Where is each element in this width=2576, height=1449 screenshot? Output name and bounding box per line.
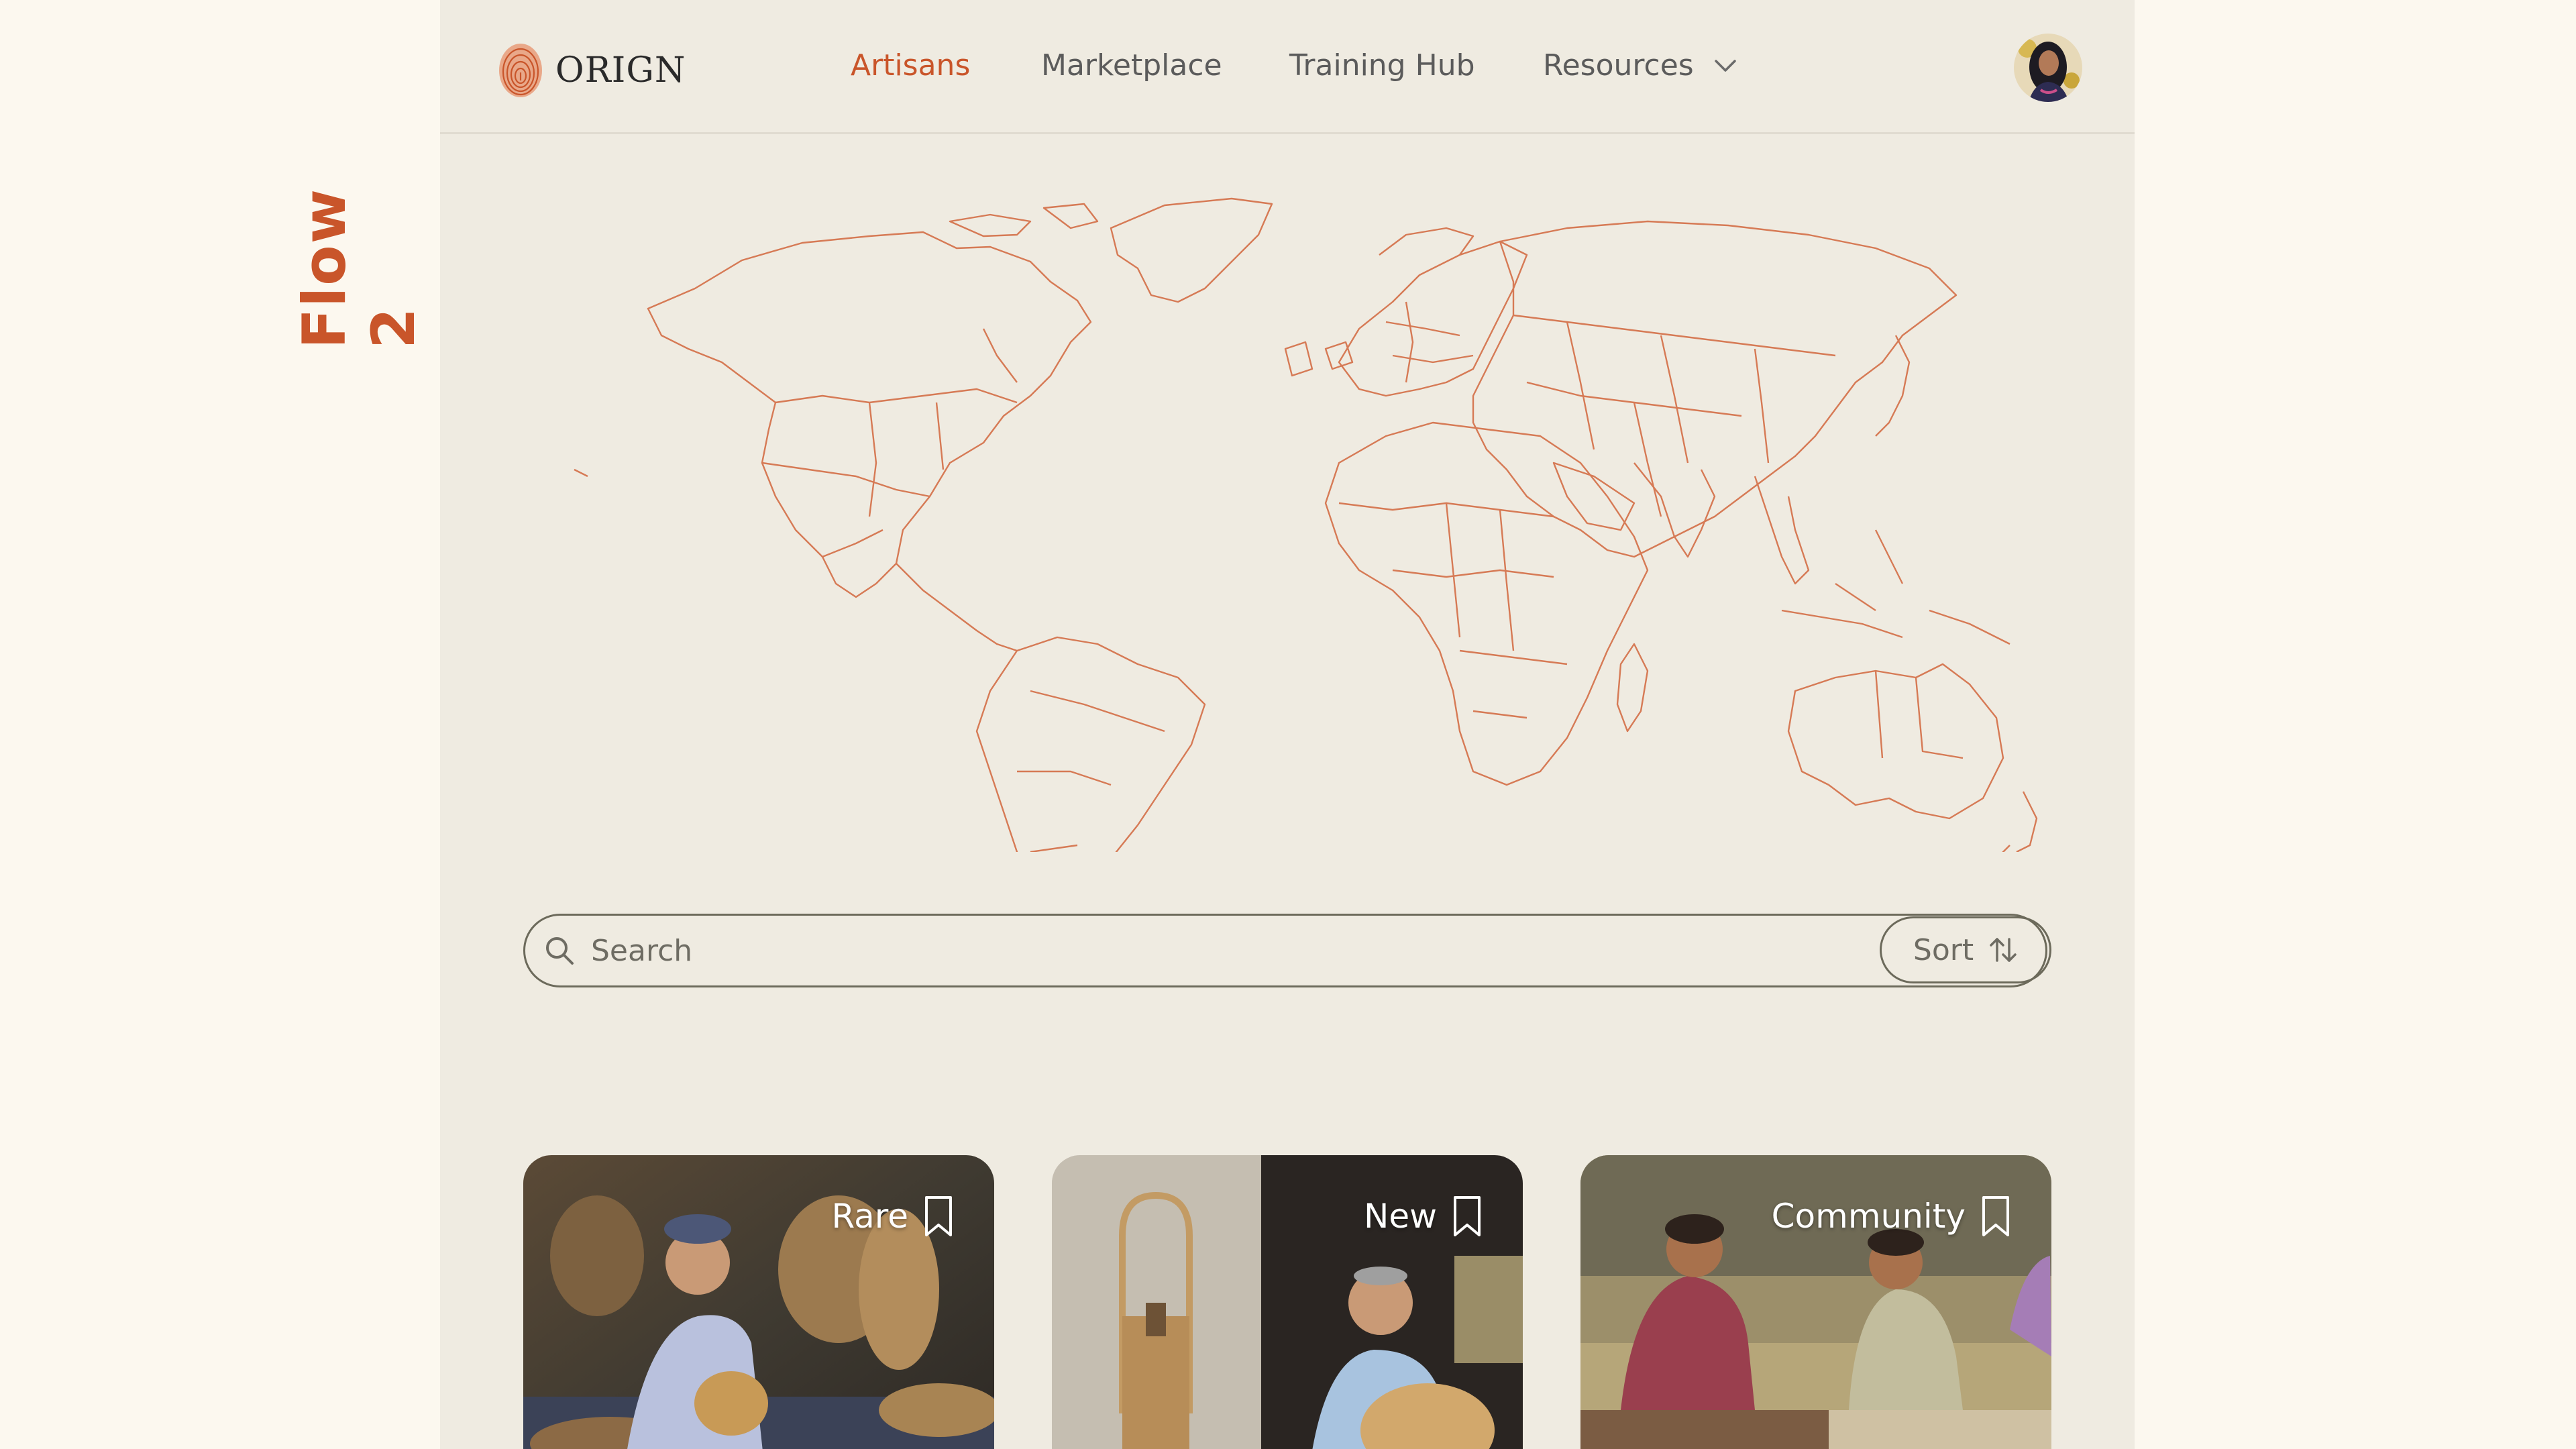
artisan-card-community[interactable]: Community: [1580, 1155, 2051, 1449]
world-map-countries: [574, 197, 2038, 852]
artisan-card-new[interactable]: New: [1052, 1155, 1523, 1449]
sort-button[interactable]: Sort: [1880, 916, 2051, 983]
user-avatar[interactable]: [2014, 34, 2082, 102]
brand-name: ORIGN: [555, 50, 686, 91]
app-frame: ORIGN Artisans Marketplace Training Hub …: [440, 0, 2135, 1449]
nav-resources-dropdown[interactable]: Resources: [1543, 48, 1737, 83]
bookmark-icon[interactable]: [923, 1194, 954, 1238]
nav-resources-label: Resources: [1543, 48, 1694, 83]
sort-label: Sort: [1913, 932, 1974, 967]
search-icon: [546, 937, 574, 965]
bookmark-icon[interactable]: [1452, 1194, 1483, 1238]
search-input[interactable]: [591, 933, 2000, 968]
nav-artisans[interactable]: Artisans: [851, 48, 970, 83]
nav-marketplace[interactable]: Marketplace: [1041, 48, 1222, 83]
card-tag: Community: [1772, 1194, 2011, 1238]
chevron-down-icon: [1714, 59, 1736, 72]
top-navbar: ORIGN Artisans Marketplace Training Hub …: [440, 0, 2135, 134]
card-tag-label: New: [1363, 1197, 1437, 1236]
nav-training-hub[interactable]: Training Hub: [1289, 48, 1475, 83]
brand-logo[interactable]: ORIGN: [496, 42, 686, 99]
card-tag: New: [1364, 1194, 1483, 1238]
card-tag-label: Rare: [831, 1197, 908, 1236]
flow-label: Flow 2: [290, 187, 428, 349]
world-map[interactable]: [521, 181, 2063, 852]
card-tag-label: Community: [1771, 1197, 1966, 1236]
artisan-card-rare[interactable]: Rare: [523, 1155, 994, 1449]
search-bar[interactable]: [523, 914, 2047, 987]
bookmark-icon[interactable]: [1980, 1194, 2011, 1238]
sort-arrows-icon: [1990, 938, 2017, 962]
avatar-image: [2014, 34, 2082, 102]
card-tag: Rare: [831, 1194, 954, 1238]
fingerprint-logo-icon: [499, 44, 542, 97]
